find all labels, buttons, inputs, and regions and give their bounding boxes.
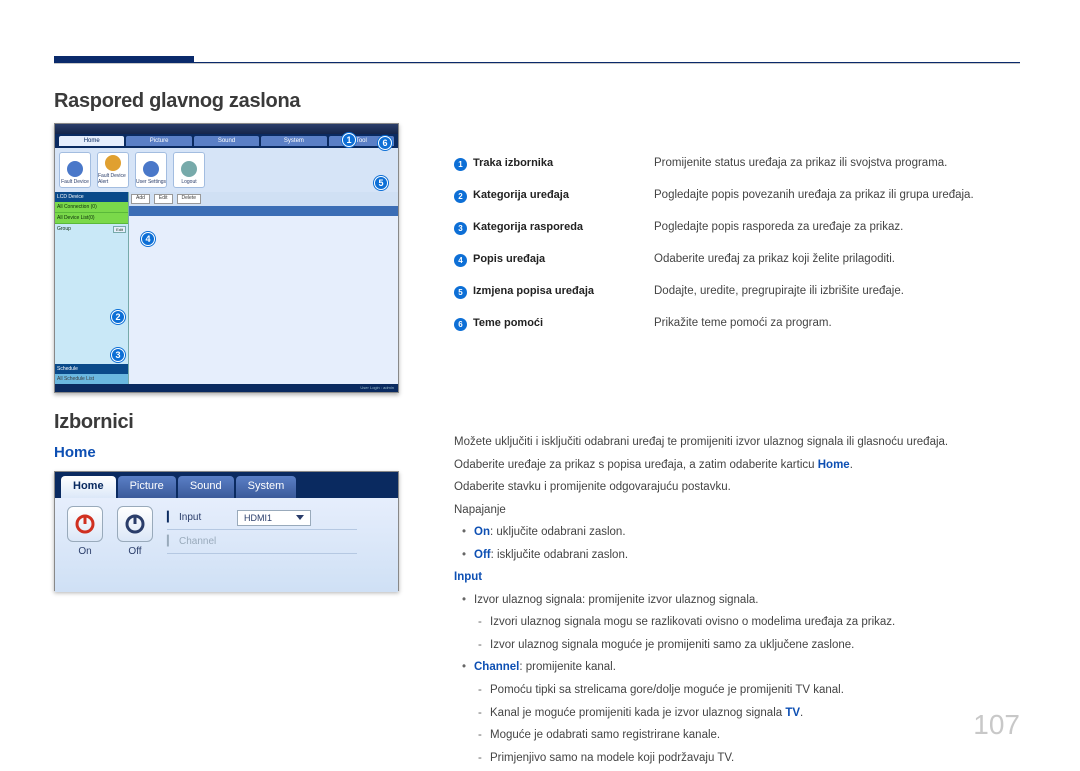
logout-icon <box>181 161 197 177</box>
ss1-tab-system[interactable]: System <box>261 136 326 146</box>
ss2-tab-sound[interactable]: Sound <box>178 476 234 498</box>
def-key-3: Kategorija rasporeda <box>473 221 583 233</box>
ss1-user-settings[interactable]: User Settings <box>135 152 167 188</box>
ss1-tab-sound[interactable]: Sound <box>194 136 259 146</box>
def-key-1: Traka izbornika <box>473 157 553 169</box>
input-bullet: Izvor ulaznog signala: promijenite izvor… <box>454 591 948 611</box>
ss1-column-headers <box>129 206 398 216</box>
section2-title: Izbornici <box>54 411 399 434</box>
ss1-group-label: Group <box>57 226 71 233</box>
def-val-3: Pogledajte popis rasporeda za uređaje za… <box>654 221 1020 235</box>
ss2-on-button[interactable]: On <box>63 506 107 584</box>
def-key-4: Popis uređaja <box>473 253 545 265</box>
ss1-add-button[interactable]: Add <box>131 194 150 204</box>
num-badge: 5 <box>454 286 467 299</box>
def-val-1: Promijenite status uređaja za prikaz ili… <box>654 157 1020 171</box>
power-off-icon <box>117 506 153 542</box>
input-heading: Input <box>454 568 948 588</box>
def-val-5: Dodajte, uredite, pregrupirajte ili izbr… <box>654 285 1020 299</box>
ss1-footer: User Login : admin <box>55 385 398 392</box>
monitor-icon <box>67 161 83 177</box>
num-badge: 3 <box>454 222 467 235</box>
section1-title: Raspored glavnog zaslona <box>54 90 399 113</box>
num-badge: 6 <box>454 318 467 331</box>
power-on-icon <box>67 506 103 542</box>
ss1-all-device-list[interactable]: All Device List(0) <box>55 213 128 224</box>
ss2-tab-picture[interactable]: Picture <box>118 476 176 498</box>
num-badge: 1 <box>454 158 467 171</box>
napajanje-label: Napajanje <box>454 501 948 521</box>
home-tab-ref: Home <box>818 459 850 471</box>
channel-sub1: Pomoću tipki sa strelicama gore/dolje mo… <box>454 681 948 701</box>
change-line: Odaberite stavku i promijenite odgovaraj… <box>454 478 948 498</box>
ss1-tab-picture[interactable]: Picture <box>126 136 191 146</box>
channel-sub4: Primjenjivo samo na modele koji podržava… <box>454 749 948 769</box>
def-val-4: Odaberite uređaj za prikaz koji želite p… <box>654 253 1020 267</box>
callout-5: 5 <box>374 176 388 190</box>
callout-2: 2 <box>111 310 125 324</box>
ss1-schedule-list[interactable]: All Schedule List <box>55 374 128 384</box>
ss1-edit-button[interactable]: Edit <box>113 226 126 233</box>
ss2-tab-system[interactable]: System <box>236 476 297 498</box>
ss2-input-select[interactable]: HDMI1 <box>237 510 311 526</box>
ss1-fault-device[interactable]: Fault Device <box>59 152 91 188</box>
num-badge: 4 <box>454 254 467 267</box>
def-key-5: Izmjena popisa uređaja <box>473 285 594 297</box>
input-sub1: Izvori ulaznog signala mogu se razlikova… <box>454 613 948 633</box>
def-key-6: Teme pomoći <box>473 317 543 329</box>
num-badge: 2 <box>454 190 467 203</box>
def-val-2: Pogledajte popis povezanih uređaja za pr… <box>654 189 1020 203</box>
ss1-all-connection[interactable]: All Connection (0) <box>55 202 128 213</box>
def-key-2: Kategorija uređaja <box>473 189 569 201</box>
alert-icon <box>105 155 121 171</box>
user-icon <box>143 161 159 177</box>
ss2-tabs: Home Picture Sound System <box>55 472 398 498</box>
ss1-group-row: Group Edit <box>55 224 128 235</box>
def-val-6: Prikažite teme pomoći za program. <box>654 317 1020 331</box>
screenshot-main-layout: Home Picture Sound System Tool Fault Dev… <box>54 123 399 393</box>
ss1-delete-button[interactable]: Delete <box>177 194 201 204</box>
chevron-down-icon <box>296 515 304 520</box>
input-sub2: Izvor ulaznog signala moguće je promijen… <box>454 636 948 656</box>
ss1-tab-home[interactable]: Home <box>59 136 124 146</box>
ss2-tab-home[interactable]: Home <box>61 476 116 498</box>
channel-bullet: Channel: promijenite kanal. <box>454 658 948 678</box>
callout-1: 1 <box>342 133 356 147</box>
ss1-controls: Add Edit Delete <box>129 192 398 206</box>
channel-sub3: Moguće je odabrati samo registrirane kan… <box>454 726 948 746</box>
ss2-input-row: ▎ Input HDMI1 <box>167 506 357 530</box>
ss1-logout[interactable]: Logout <box>173 152 205 188</box>
home-heading: Home <box>54 444 399 461</box>
page-number: 107 <box>973 709 1020 741</box>
ss2-off-button[interactable]: Off <box>113 506 157 584</box>
ss2-input-label: Input <box>173 512 237 523</box>
select-line: Odaberite uređaje za prikaz s popisa ure… <box>454 456 948 476</box>
ss1-main: Add Edit Delete <box>129 192 398 384</box>
ss1-edit-button2[interactable]: Edit <box>154 194 173 204</box>
callout-6: 6 <box>378 136 392 150</box>
callout-3: 3 <box>111 348 125 362</box>
ss1-schedule-header: Schedule <box>55 364 128 374</box>
ss1-toolbar: Fault Device Fault Device Alert User Set… <box>55 148 398 192</box>
screenshot-home-tab: Home Picture Sound System On <box>54 471 399 591</box>
ss2-channel-row: ▎ Channel <box>167 530 357 554</box>
header-rule <box>54 62 1020 64</box>
definitions-table: 1 Traka izbornika Promijenite status uređa… <box>454 148 1020 340</box>
channel-sub2: Kanal je moguće promijeniti kada je izvo… <box>454 704 948 724</box>
off-bullet: Off: isključite odabrani zaslon. <box>454 546 948 566</box>
on-bullet: On: uključite odabrani zaslon. <box>454 523 948 543</box>
intro-text: Možete uključiti i isključiti odabrani u… <box>454 433 948 453</box>
callout-4: 4 <box>141 232 155 246</box>
ss1-side-header: LCD Device <box>55 192 128 202</box>
ss1-fault-alert[interactable]: Fault Device Alert <box>97 152 129 188</box>
ss2-channel-label: Channel <box>173 536 237 547</box>
